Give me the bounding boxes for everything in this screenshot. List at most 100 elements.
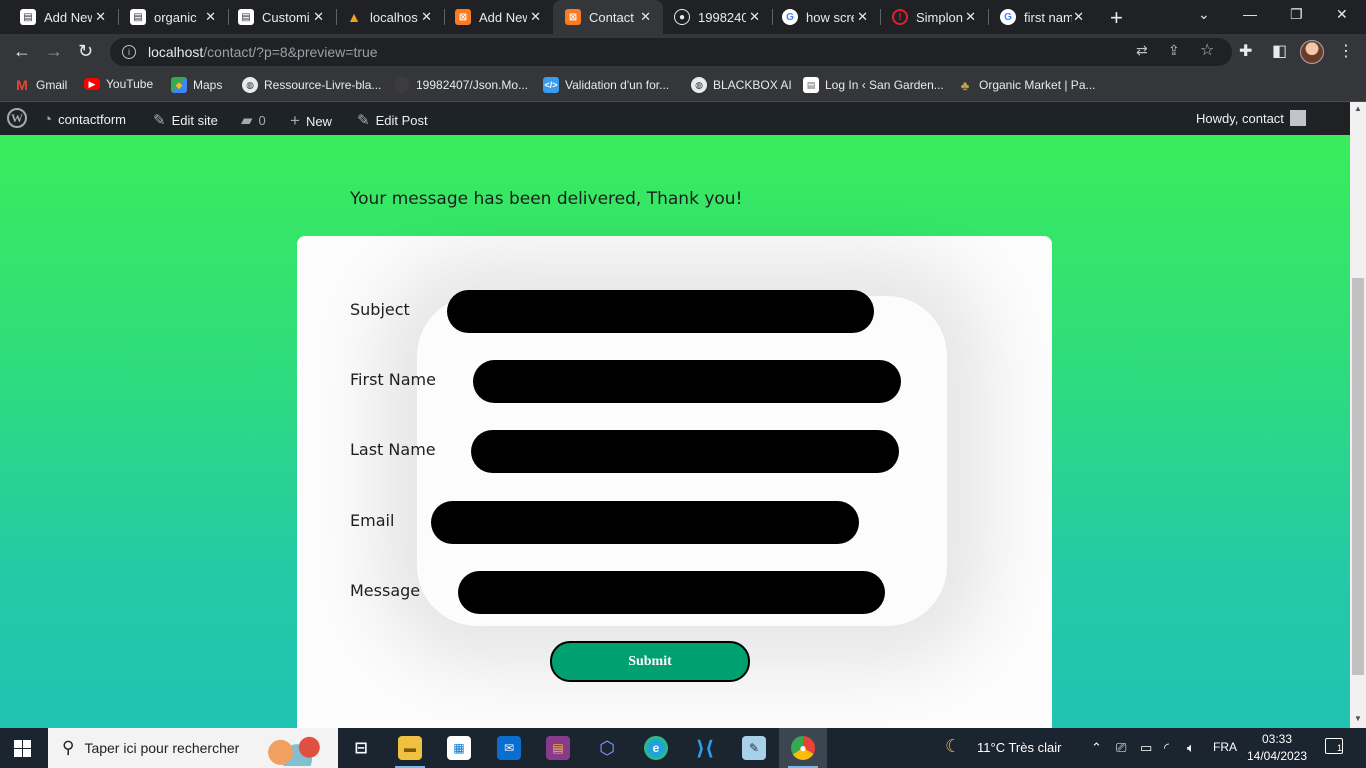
side-panel-icon[interactable]: ◧ [1272,41,1287,61]
admin-edit-post[interactable]: ✎ Edit Post [357,111,428,129]
wordpress-logo-icon[interactable]: W [7,108,27,128]
close-icon[interactable]: ✕ [1073,9,1084,25]
site-name-label: contactform [58,112,126,127]
scroll-up-icon[interactable]: ▲ [1354,104,1362,113]
bookmark-ressource[interactable]: ◍ Ressource-Livre-bla... [242,77,381,93]
vscode-icon[interactable]: ⟩⟨ [693,736,717,760]
system-clock[interactable]: 03:33 14/04/2023 [1246,731,1308,765]
close-icon[interactable]: ✕ [313,9,324,25]
browser-tab[interactable]: G first name ✕ [988,0,1096,34]
page-scrollbar[interactable]: ▲ ▼ [1350,102,1366,728]
bookmark-json[interactable]: 19982407/Json.Mo... [394,77,528,93]
bookmark-youtube[interactable]: ▶ YouTube [84,77,153,91]
browser-tab[interactable]: ! Simplon ✕ [880,0,989,34]
extensions-icon[interactable]: ✚ [1239,41,1252,61]
browser-tab[interactable]: ▲ localhost ✕ [326,0,445,34]
taskbar-search[interactable]: ⚲ Taper ici pour rechercher [48,728,338,768]
copilot-icon[interactable]: ⬡ [595,736,619,760]
email-input[interactable] [431,501,859,544]
translate-icon[interactable]: ⇄ [1136,42,1148,59]
task-view-icon[interactable]: ⊟ [349,736,373,760]
windows-taskbar: ⚲ Taper ici pour rechercher ⊟ ▬ ▦ ✉ ▤ ⬡ … [0,728,1366,768]
back-icon[interactable]: ← [13,41,31,62]
notepad-icon[interactable]: ✎ [742,736,766,760]
admin-site-name[interactable]: ◔ contactform [43,111,126,128]
leaf-icon: ♣ [960,77,970,93]
winrar-icon[interactable]: ▤ [546,736,570,760]
file-explorer-icon[interactable]: ▬ [398,736,422,760]
reload-icon[interactable]: ↻ [78,41,93,62]
google-icon: G [1000,9,1016,25]
bookmark-organic-market[interactable]: ♣ Organic Market | Pa... [957,77,1096,93]
sail-icon: ▲ [347,9,361,25]
url-host: localhost [148,44,204,60]
scrollbar-thumb[interactable] [1352,278,1364,675]
page-icon: ▤ [130,9,146,25]
menu-kebab-icon[interactable]: ⋮ [1338,41,1354,61]
window-close-icon[interactable]: ✕ [1336,6,1348,23]
browser-tab[interactable]: G how screen ✕ [772,0,881,34]
weather-text[interactable]: 11°C Très clair [977,740,1061,755]
minimize-icon[interactable]: — [1243,6,1257,22]
subject-input[interactable] [447,290,874,333]
wifi-icon[interactable]: ◜ [1164,740,1169,756]
close-icon[interactable]: ✕ [857,9,868,25]
first-name-input[interactable] [473,360,901,403]
new-tab-icon[interactable]: + [1110,5,1123,31]
battery-icon[interactable]: ▭ [1140,740,1152,756]
browser-tab[interactable]: ▤ Add New Post ✕ [0,0,119,34]
browser-tab[interactable]: ▤ organic ✕ [110,0,229,34]
admin-new[interactable]: + New [290,111,332,131]
close-icon[interactable]: ✕ [205,9,216,25]
submit-button[interactable]: Submit [550,641,750,682]
close-icon[interactable]: ✕ [421,9,432,25]
subject-label: Subject [350,300,410,319]
browser-tab-active[interactable]: ⊠ Contact ✕ [553,0,663,34]
address-bar[interactable]: i localhost/contact/?p=8&preview=true [110,38,1232,66]
tab-title: Contact [589,9,634,25]
edge-icon[interactable]: e [644,736,668,760]
tray-chevron-icon[interactable]: ⌃ [1091,740,1102,756]
notification-center-icon[interactable]: 1 [1325,738,1343,754]
share-icon[interactable]: ⇪ [1168,42,1180,59]
close-icon[interactable]: ✕ [530,9,541,25]
message-input[interactable] [458,571,885,614]
admin-edit-site[interactable]: ✎ Edit site [153,111,218,129]
browser-tab[interactable]: ▤ Customize ✕ [218,0,337,34]
bookmark-san-garden[interactable]: ▤ Log In ‹ San Garden... [803,77,944,93]
close-icon[interactable]: ✕ [640,9,651,25]
bookmark-validation[interactable]: </> Validation d'un for... [543,77,669,93]
bookmark-maps[interactable]: ◆ Maps [171,77,222,93]
admin-comments[interactable]: ▰ 0 [241,111,266,129]
language-indicator[interactable]: FRA [1213,740,1237,754]
browser-tab[interactable]: ⊠ Add New ✕ [435,0,553,34]
restore-icon[interactable]: ❐ [1290,6,1303,23]
close-icon[interactable]: ✕ [95,9,106,25]
scroll-down-icon[interactable]: ▼ [1354,714,1362,723]
site-info-icon[interactable]: i [122,45,136,59]
volume-icon[interactable]: 🔈︎ [1187,740,1195,756]
bookmark-gmail[interactable]: M Gmail [14,77,67,93]
browser-tab[interactable]: ● 19982407 ✕ [664,0,773,34]
page-icon: ▤ [20,9,36,25]
bookmark-blackbox[interactable]: ◍ BLACKBOX AI [691,77,792,93]
bookmark-label: Ressource-Livre-bla... [264,78,382,92]
close-icon[interactable]: ✕ [965,9,976,25]
windows-start-icon[interactable] [14,740,31,757]
close-icon[interactable]: ✕ [749,9,760,25]
mail-icon[interactable]: ✉ [497,736,521,760]
last-name-input[interactable] [471,430,899,473]
code-icon: </> [543,77,559,93]
globe-icon: ◍ [242,77,258,93]
tab-search-icon[interactable]: ⌄ [1198,6,1210,23]
forward-icon[interactable]: → [45,41,63,62]
weather-moon-icon[interactable]: ☾ [945,736,961,757]
admin-account[interactable]: Howdy, contact [1196,110,1306,126]
search-highlight-icon [256,732,338,766]
meet-icon[interactable]: ⎚ [1116,740,1126,756]
profile-avatar[interactable] [1300,40,1324,64]
dashboard-icon: ◔ [43,111,53,128]
chrome-icon[interactable]: ● [791,736,815,760]
bookmark-star-icon[interactable]: ☆ [1200,40,1214,60]
store-icon[interactable]: ▦ [447,736,471,760]
